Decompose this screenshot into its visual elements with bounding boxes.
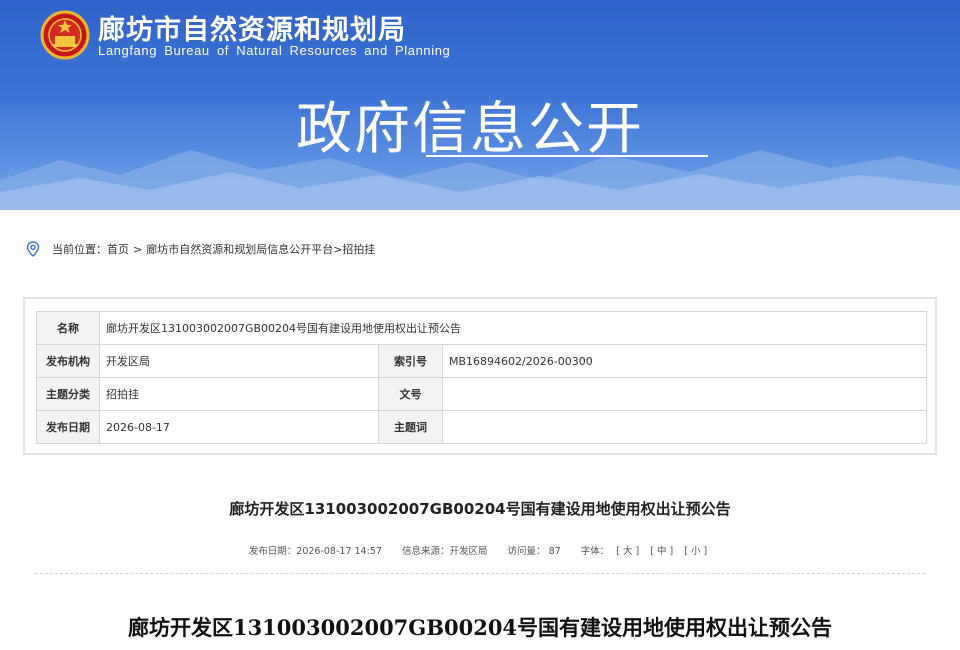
location-pin-icon — [26, 241, 40, 257]
table-row: 发布机构 开发区局 索引号 MB16894602/2026-00300 — [36, 344, 927, 378]
keyword-label: 主题词 — [378, 410, 443, 444]
divider — [35, 573, 925, 574]
name-label: 名称 — [36, 311, 100, 345]
index-value: MB16894602/2026-00300 — [442, 344, 927, 378]
banner-heading: 政府信息公开 — [296, 97, 644, 162]
breadcrumb-home-link[interactable]: 首页 — [107, 241, 129, 257]
national-emblem-icon — [40, 10, 90, 60]
docno-label: 文号 — [378, 377, 443, 411]
banner-underline — [426, 155, 708, 157]
site-title: 廊坊市自然资源和规划局 — [98, 15, 406, 46]
font-small-button[interactable]: [ 小 ] — [684, 546, 707, 557]
index-label: 索引号 — [378, 344, 443, 378]
breadcrumb: 当前位置： 首页 > 廊坊市自然资源和规划局信息公开平台 >招拍挂 — [26, 240, 375, 258]
breadcrumb-platform-link[interactable]: 廊坊市自然资源和规划局信息公开平台 — [146, 241, 333, 257]
breadcrumb-current-link[interactable]: >招拍挂 — [333, 241, 375, 257]
org-value: 开发区局 — [99, 344, 379, 378]
name-value: 廊坊开发区131003002007GB00204号国有建设用地使用权出让预公告 — [99, 311, 927, 345]
document-heading: 廊坊开发区131003002007GB00204号国有建设用地使用权出让预公告 — [127, 615, 833, 640]
org-label: 发布机构 — [36, 344, 100, 378]
keyword-value — [442, 410, 927, 444]
article-title: 廊坊开发区131003002007GB00204号国有建设用地使用权出让预公告 — [229, 500, 731, 518]
date-value: 2026-08-17 — [99, 410, 379, 444]
views-label: 访问量： — [507, 546, 546, 557]
topic-label: 主题分类 — [36, 377, 100, 411]
breadcrumb-prefix: 当前位置： — [52, 243, 107, 256]
info-source: 信息来源：开发区局 — [401, 546, 488, 557]
meta-info-table: 名称 廊坊开发区131003002007GB00204号国有建设用地使用权出让预… — [36, 311, 927, 444]
meta-info-panel: 名称 廊坊开发区131003002007GB00204号国有建设用地使用权出让预… — [23, 297, 937, 455]
breadcrumb-separator: > — [133, 242, 143, 256]
header-banner: 廊坊市自然资源和规划局 Langfang Bureau of Natural R… — [0, 0, 960, 210]
site-subtitle: Langfang Bureau of Natural Resources and… — [98, 43, 451, 58]
article-info-bar: 发布日期：2026-08-17 14:57 信息来源：开发区局 访问量： 87 … — [0, 543, 960, 557]
table-row: 主题分类 招拍挂 文号 — [36, 377, 927, 411]
publish-date: 发布日期：2026-08-17 14:57 — [248, 546, 382, 557]
table-row: 名称 廊坊开发区131003002007GB00204号国有建设用地使用权出让预… — [36, 311, 927, 345]
date-label: 发布日期 — [36, 410, 100, 444]
font-medium-button[interactable]: [ 中 ] — [650, 546, 673, 557]
topic-value: 招拍挂 — [99, 377, 379, 411]
table-row: 发布日期 2026-08-17 主题词 — [36, 410, 927, 444]
views-count: 87 — [548, 546, 561, 557]
docno-value — [442, 377, 927, 411]
font-large-button[interactable]: [ 大 ] — [616, 546, 639, 557]
font-size-label: 字体： — [580, 546, 610, 557]
